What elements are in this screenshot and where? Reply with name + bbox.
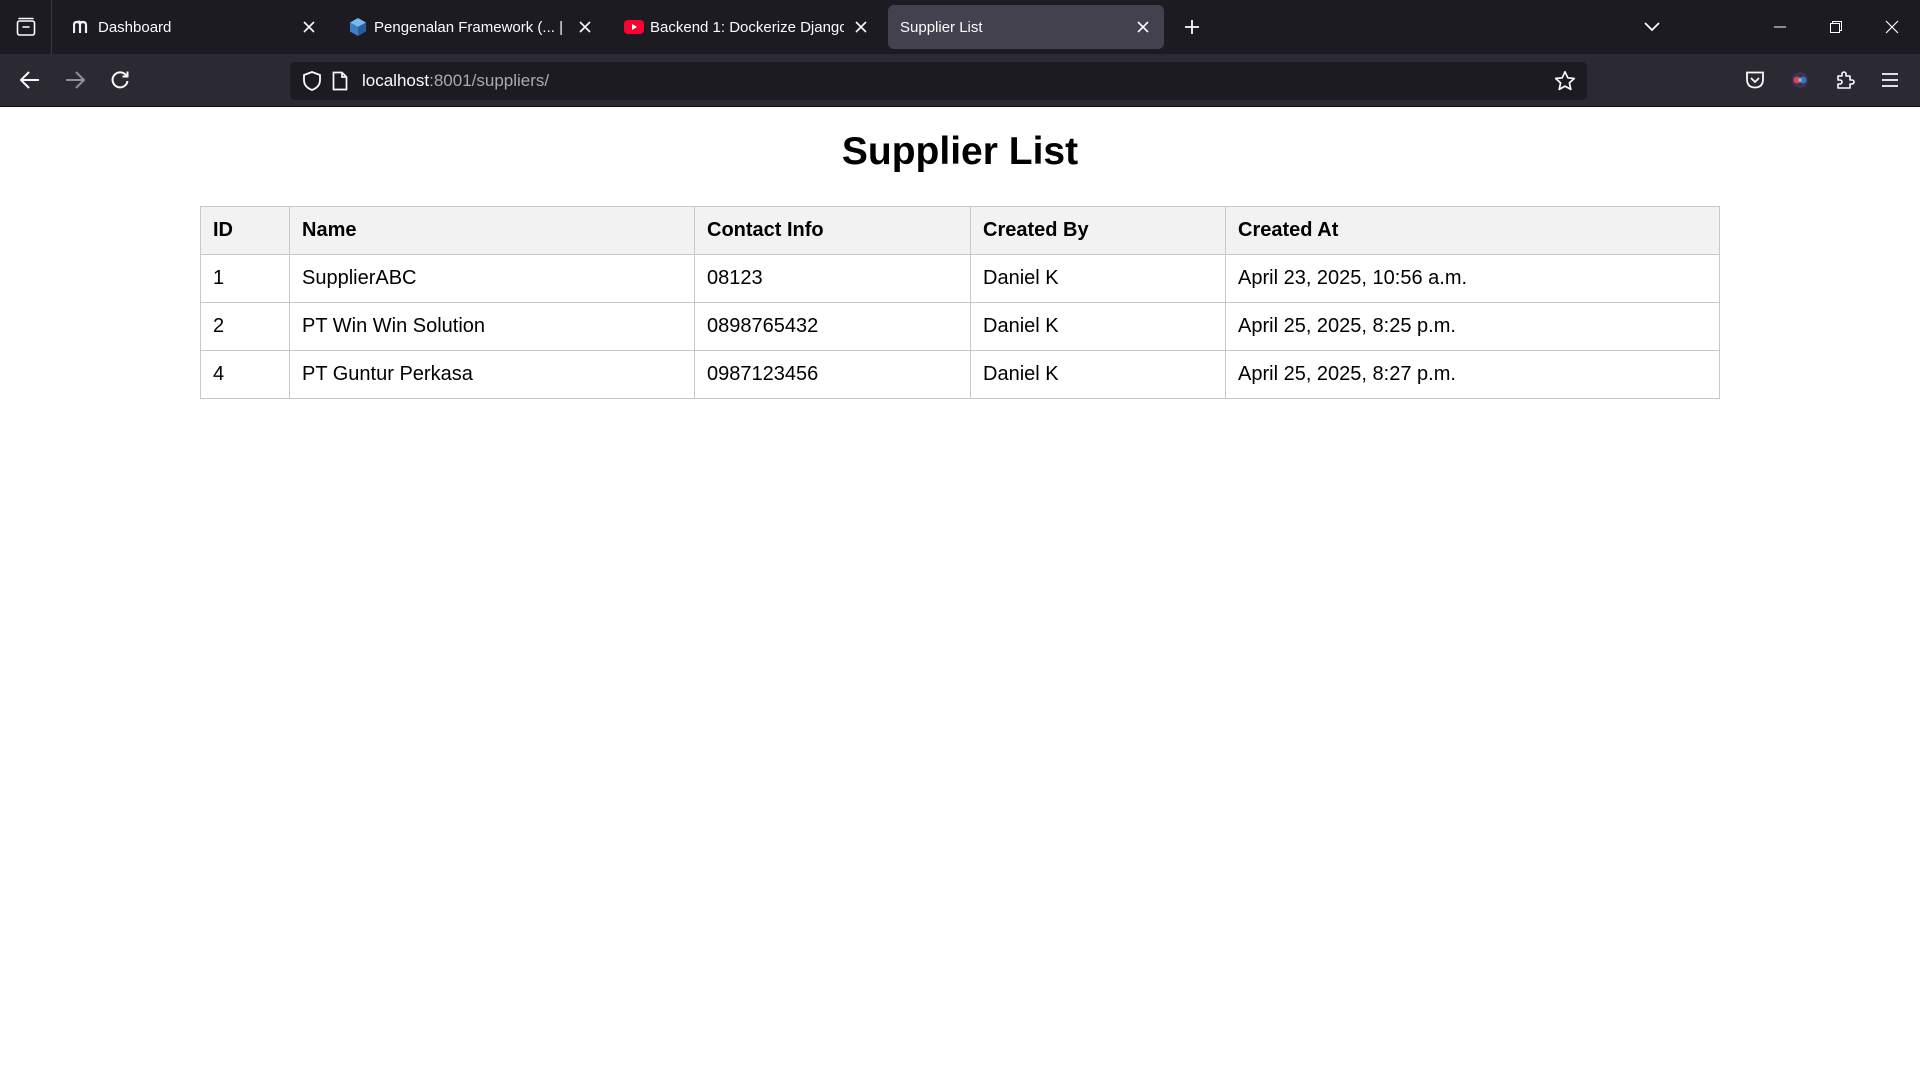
tab-title: Supplier List bbox=[900, 18, 983, 36]
arrow-right-icon bbox=[66, 71, 85, 89]
header-created-at: Created At bbox=[1225, 206, 1720, 255]
close-window-button[interactable] bbox=[1864, 0, 1920, 54]
restore-button[interactable] bbox=[1808, 0, 1864, 54]
navigation-toolbar: localhost:8001/suppliers/ bbox=[0, 54, 1920, 107]
browser-window: Dashboard Pengenalan Framework (... | Ma… bbox=[0, 0, 1920, 1080]
url-path: :8001/suppliers/ bbox=[429, 71, 550, 90]
cell-created-at: April 25, 2025, 8:25 p.m. bbox=[1225, 302, 1720, 351]
cell-created-at: April 23, 2025, 10:56 a.m. bbox=[1225, 254, 1720, 303]
reload-button[interactable] bbox=[98, 58, 142, 102]
puzzle-piece-icon bbox=[1837, 71, 1855, 89]
minimize-button[interactable] bbox=[1752, 0, 1808, 54]
list-all-tabs-button[interactable] bbox=[1632, 7, 1672, 47]
tab-title: Dashboard bbox=[98, 18, 172, 36]
hamburger-menu-icon bbox=[1882, 73, 1898, 87]
url-text[interactable]: localhost:8001/suppliers/ bbox=[362, 71, 549, 91]
header-created-by: Created By bbox=[970, 206, 1226, 255]
tab-supplier-list[interactable]: Supplier List bbox=[888, 5, 1164, 49]
page-icon[interactable] bbox=[326, 67, 354, 95]
table-row: 4 PT Guntur Perkasa 0987123456 Daniel K … bbox=[200, 350, 1720, 399]
bookmark-star-icon[interactable] bbox=[1551, 67, 1579, 95]
cell-created-at: April 25, 2025, 8:27 p.m. bbox=[1225, 350, 1720, 399]
shield-icon[interactable] bbox=[298, 67, 326, 95]
restore-icon bbox=[1830, 21, 1842, 33]
cube-icon bbox=[348, 17, 368, 37]
firefox-view-icon bbox=[16, 17, 35, 36]
close-tab-icon[interactable] bbox=[1132, 16, 1154, 38]
close-tab-icon[interactable] bbox=[850, 16, 872, 38]
cell-name: PT Guntur Perkasa bbox=[289, 350, 695, 399]
supplier-table: ID Name Contact Info Created By Created … bbox=[200, 206, 1720, 399]
reload-icon bbox=[111, 71, 129, 89]
moodle-icon bbox=[72, 17, 92, 37]
cell-contact-info: 0987123456 bbox=[694, 350, 971, 399]
app-menu-button[interactable] bbox=[1868, 58, 1912, 102]
tab-dashboard[interactable]: Dashboard bbox=[60, 5, 330, 49]
close-icon bbox=[1885, 20, 1899, 34]
extensions-button[interactable] bbox=[1823, 58, 1867, 102]
cell-created-by: Daniel K bbox=[970, 254, 1226, 303]
youtube-icon bbox=[624, 17, 644, 37]
cell-id: 2 bbox=[200, 302, 290, 351]
new-tab-button[interactable] bbox=[1174, 9, 1210, 45]
cell-created-by: Daniel K bbox=[970, 350, 1226, 399]
cell-id: 1 bbox=[200, 254, 290, 303]
close-tab-icon[interactable] bbox=[574, 16, 596, 38]
address-bar[interactable]: localhost:8001/suppliers/ bbox=[290, 62, 1587, 100]
url-host: localhost bbox=[362, 71, 430, 90]
table-header-row: ID Name Contact Info Created By Created … bbox=[200, 206, 1720, 255]
toolbar-right bbox=[1732, 58, 1912, 102]
cell-name: PT Win Win Solution bbox=[289, 302, 695, 351]
extension-button[interactable] bbox=[1778, 58, 1822, 102]
cell-name: SupplierABC bbox=[289, 254, 695, 303]
minimize-icon bbox=[1774, 26, 1786, 28]
tab-title: Pengenalan Framework (... | Mat bbox=[374, 18, 568, 36]
pocket-button[interactable] bbox=[1733, 58, 1777, 102]
header-id: ID bbox=[200, 206, 290, 255]
cell-contact-info: 08123 bbox=[694, 254, 971, 303]
window-controls bbox=[1632, 0, 1920, 54]
pocket-icon bbox=[1746, 71, 1764, 89]
arrow-left-icon bbox=[20, 71, 39, 89]
cell-contact-info: 0898765432 bbox=[694, 302, 971, 351]
close-tab-icon[interactable] bbox=[298, 16, 320, 38]
tab-title: Backend 1: Dockerize Django & bbox=[650, 18, 844, 36]
header-name: Name bbox=[289, 206, 695, 255]
header-contact-info: Contact Info bbox=[694, 206, 971, 255]
page-title: Supplier List bbox=[841, 130, 1079, 173]
plus-icon bbox=[1185, 20, 1199, 34]
tab-list: Dashboard Pengenalan Framework (... | Ma… bbox=[52, 0, 1210, 54]
tab-strip: Dashboard Pengenalan Framework (... | Ma… bbox=[0, 0, 1920, 54]
cell-created-by: Daniel K bbox=[970, 302, 1226, 351]
tab-pengenalan-framework[interactable]: Pengenalan Framework (... | Mat bbox=[336, 5, 606, 49]
firefox-view-button[interactable] bbox=[0, 0, 52, 54]
page-content: Supplier List ID Name Contact Info Creat… bbox=[0, 107, 1920, 1080]
forward-button[interactable] bbox=[53, 58, 97, 102]
chevron-down-icon bbox=[1644, 22, 1660, 32]
tab-backend-docker[interactable]: Backend 1: Dockerize Django & bbox=[612, 5, 882, 49]
table-row: 1 SupplierABC 08123 Daniel K April 23, 2… bbox=[200, 254, 1720, 303]
cell-id: 4 bbox=[200, 350, 290, 399]
back-button[interactable] bbox=[8, 58, 52, 102]
extension-colorful-icon bbox=[1792, 72, 1808, 88]
table-row: 2 PT Win Win Solution 0898765432 Daniel … bbox=[200, 302, 1720, 351]
